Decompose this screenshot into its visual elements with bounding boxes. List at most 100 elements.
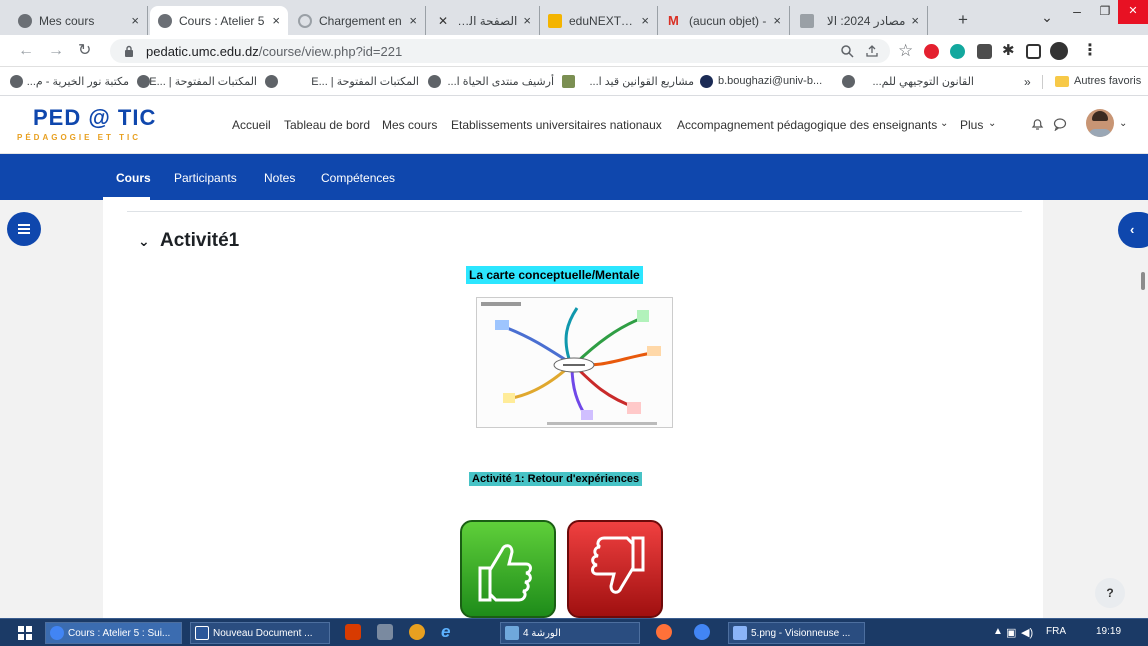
nav-accompagnement[interactable]: Accompagnement pédagogique des enseignan… (677, 118, 937, 132)
globe-icon (428, 75, 441, 88)
tab-close-icon[interactable]: × (641, 13, 649, 28)
tab-close-icon[interactable]: × (773, 13, 781, 28)
tab-mes-cours[interactable]: Mes cours × (10, 6, 148, 35)
taskbar-image-viewer-window[interactable]: 5.png - Visionneuse ... (728, 622, 865, 644)
tab-close-icon[interactable]: × (272, 13, 280, 28)
thumbs-down-image (567, 520, 663, 618)
section-title[interactable]: Activité1 (160, 230, 239, 252)
tab-gmail[interactable]: M (aucun objet) - × (660, 6, 790, 35)
collapse-section-chevron-icon[interactable]: ⌄ (138, 233, 150, 250)
page-content: ⌄ Activité1 La carte conceptuelle/Mental… (0, 200, 1148, 618)
volume-icon[interactable]: ◀) (1021, 626, 1033, 639)
taskbar-word-window[interactable]: Nouveau Document ... (190, 622, 330, 644)
bookmark-item[interactable]: المكتبات المفتوحة | ...E (149, 75, 257, 88)
lock-icon[interactable] (124, 45, 134, 57)
tray-expand-icon[interactable]: ▲ (993, 626, 1003, 637)
bookmark-star-icon[interactable]: ☆ (898, 42, 913, 60)
help-button[interactable]: ? (1095, 578, 1125, 608)
thumbs-up-icon (478, 544, 532, 602)
opera-extension-icon[interactable] (924, 44, 939, 59)
url-text[interactable]: pedatic.umc.edu.dz/course/view.php?id=22… (146, 44, 402, 59)
network-icon[interactable]: ▣ (1006, 626, 1016, 639)
nav-plus[interactable]: Plus (960, 118, 983, 132)
profile-avatar-icon[interactable] (1050, 42, 1068, 60)
bookmark-item[interactable]: b.boughazi@univ-b... (718, 75, 836, 87)
clock[interactable]: 19:19 (1096, 626, 1121, 637)
page-scrollbar[interactable] (1141, 272, 1145, 290)
course-index-drawer-button[interactable] (7, 212, 41, 246)
nav-accueil[interactable]: Accueil (232, 118, 271, 132)
nav-tableau-de-bord[interactable]: Tableau de bord (284, 118, 370, 132)
tab-notes[interactable]: Notes (264, 171, 295, 185)
share-icon[interactable] (865, 44, 879, 58)
reload-icon[interactable]: ↻ (78, 42, 91, 60)
tab-participants[interactable]: Participants (174, 171, 237, 185)
address-bar[interactable]: pedatic.umc.edu.dz/course/view.php?id=22… (110, 39, 890, 63)
taskbar-arabic-window[interactable]: الورشة 4 (500, 622, 640, 644)
internet-explorer-icon[interactable]: e (441, 623, 457, 640)
tab-cours[interactable]: Cours (116, 171, 151, 185)
loading-icon (298, 13, 312, 28)
tab-close-icon[interactable]: × (409, 13, 417, 28)
image-viewer-icon (733, 626, 747, 640)
tab-title: Chargement en (319, 13, 402, 28)
nav-etablissements[interactable]: Etablissements universitaires nationaux (451, 118, 662, 132)
forward-icon[interactable]: → (48, 42, 64, 60)
tab-arabic-sources[interactable]: مصادر 2024: الا × (792, 6, 928, 35)
bookmark-item[interactable]: المكتبات المفتوحة | ...E (285, 75, 419, 88)
nav-mes-cours[interactable]: Mes cours (382, 118, 437, 132)
bookmarks-overflow-button[interactable]: » (1024, 75, 1031, 89)
office-icon[interactable] (345, 624, 361, 640)
taskbar-chrome-window[interactable]: Cours : Atelier 5 : Sui... (45, 622, 182, 644)
user-avatar[interactable] (1086, 109, 1114, 137)
tab-search-button[interactable]: ⌄ (1032, 6, 1062, 30)
browser-menu-icon[interactable]: ⋮ (1082, 42, 1098, 60)
tab-title: Mes cours (39, 13, 95, 28)
url-domain: pedatic.umc.edu.dz (146, 44, 259, 59)
network-app-icon[interactable] (377, 624, 393, 640)
user-menu-chevron-icon[interactable]: ⌄ (1119, 118, 1127, 129)
other-bookmarks-folder[interactable]: Autres favoris (1074, 75, 1141, 87)
language-indicator[interactable]: FRA (1046, 626, 1066, 637)
media-app-icon[interactable] (409, 624, 425, 640)
puzzle-icon[interactable]: ✱ (1002, 42, 1015, 60)
close-window-button[interactable]: ✕ (1118, 0, 1148, 24)
zoom-icon[interactable] (840, 44, 854, 58)
messages-icon[interactable] (1053, 117, 1067, 131)
tab-close-icon[interactable]: × (131, 13, 139, 28)
bookmark-item[interactable]: القانون التوجيهي للم... (860, 75, 974, 88)
chrome-icon[interactable] (694, 624, 710, 640)
site-logo[interactable]: PED @ TIC (33, 105, 156, 131)
windows-start-icon[interactable] (18, 626, 32, 640)
maximize-button[interactable]: ❐ (1090, 0, 1120, 24)
new-tab-button[interactable]: + (958, 10, 968, 30)
translate-extension-icon[interactable] (950, 44, 965, 59)
taskbar-item-label: 5.png - Visionneuse ... (751, 627, 851, 639)
taskbar-item-label: الورشة 4 (523, 627, 561, 639)
back-icon[interactable]: ← (18, 42, 34, 60)
bookmark-item[interactable]: أرشيف منتدى الحياة ا... (447, 75, 554, 88)
course-secondary-nav: Cours Participants Notes Compétences (0, 154, 1148, 200)
globe-icon (137, 75, 150, 88)
bookmark-item[interactable]: مشاريع القوانين قيد ا... (580, 75, 695, 88)
notification-bell-icon[interactable] (1031, 117, 1044, 131)
tab-arabic-home[interactable]: ✕ الصفحة الرئيسية × (428, 6, 540, 35)
tab-competences[interactable]: Compétences (321, 171, 395, 185)
minimize-button[interactable]: – (1062, 0, 1092, 24)
extension-icon[interactable] (977, 44, 992, 59)
image-icon (800, 13, 814, 28)
globe-icon (265, 75, 278, 88)
tab-close-icon[interactable]: × (911, 13, 919, 28)
tab-close-icon[interactable]: × (523, 13, 531, 28)
bookmark-item[interactable]: مكتبة نور الخيرية - م... (27, 75, 129, 88)
globe-icon (18, 13, 32, 28)
url-path: /course/view.php?id=221 (258, 44, 403, 59)
x-logo-icon: ✕ (437, 13, 449, 28)
doc-icon (562, 75, 575, 88)
tab-edunext[interactable]: eduNEXT | Man × (540, 6, 658, 35)
tab-chargement[interactable]: Chargement en × (290, 6, 426, 35)
block-drawer-button[interactable]: ‹ (1118, 212, 1148, 248)
tab-atelier-5[interactable]: Cours : Atelier 5 × (150, 6, 288, 35)
sidebar-icon[interactable] (1026, 44, 1041, 59)
firefox-icon[interactable] (656, 624, 672, 640)
